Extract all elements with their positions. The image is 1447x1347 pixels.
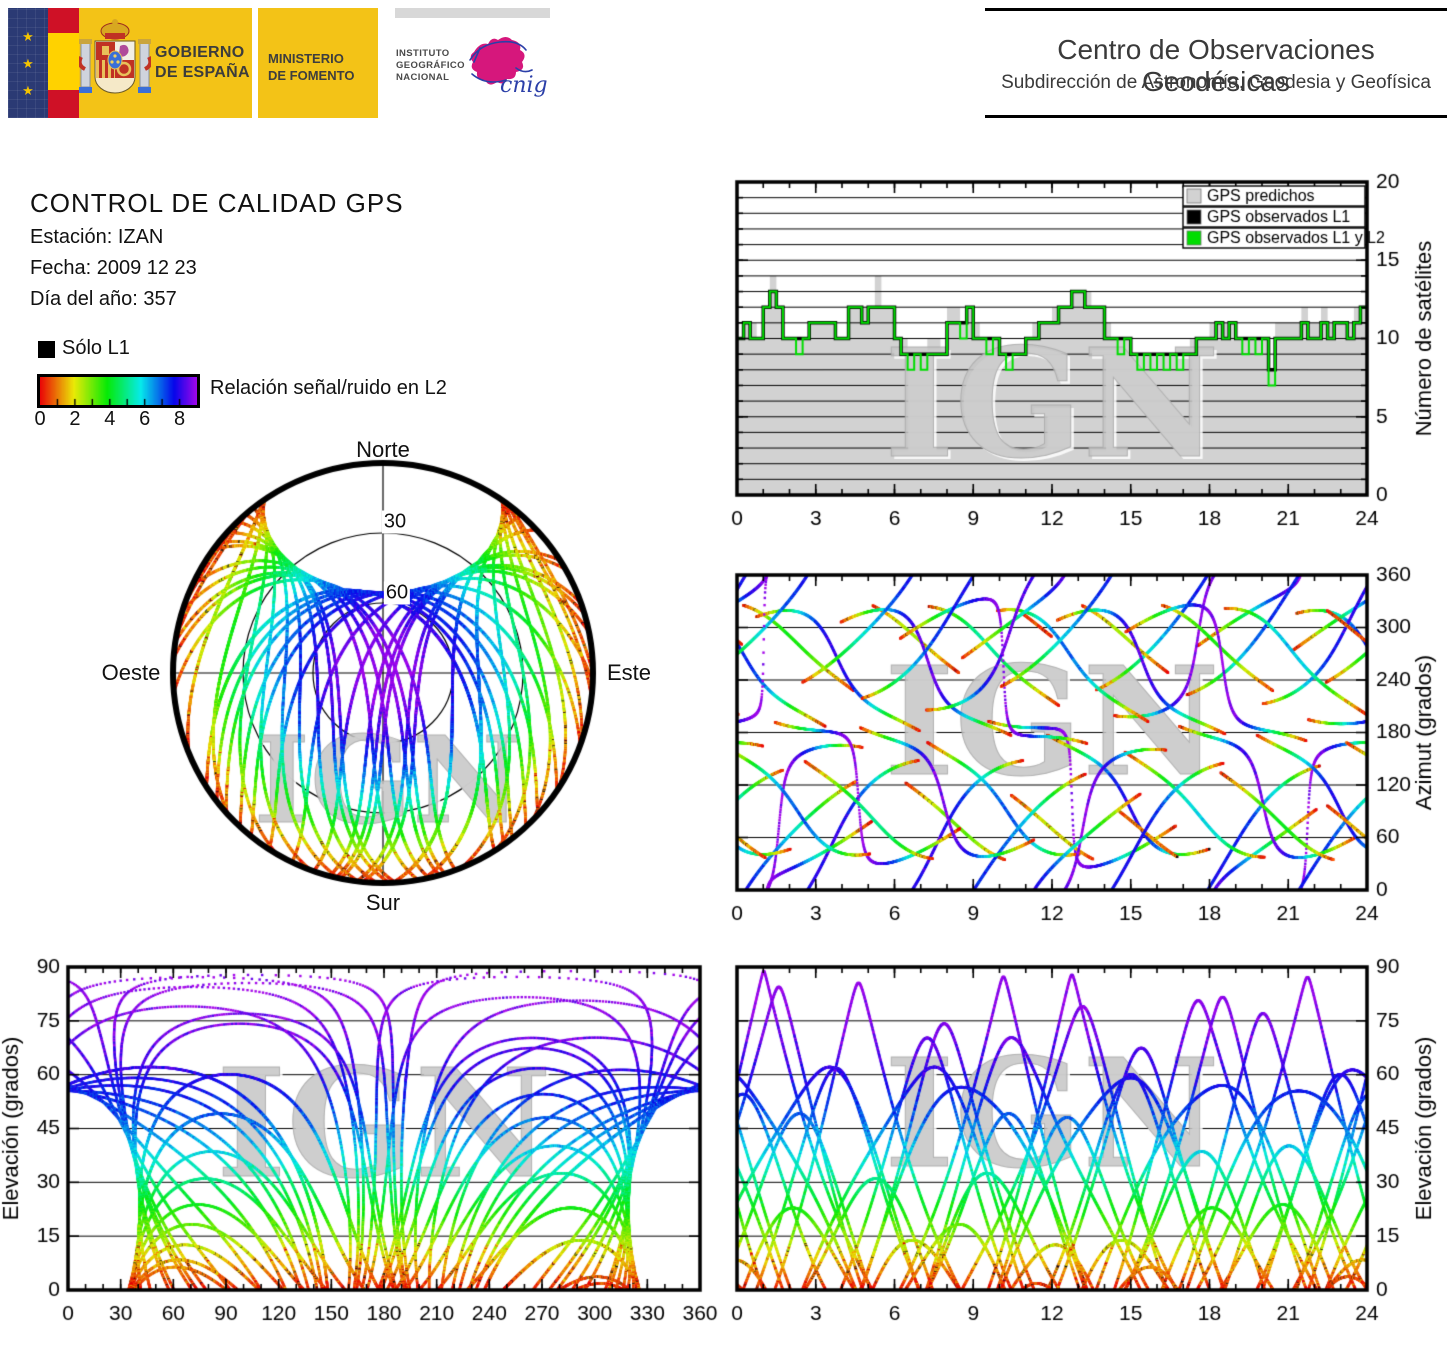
date-label: Fecha: 2009 12 23 xyxy=(30,257,197,279)
instituto-geografico-block: INSTITUTO GEOGRÁFICO NACIONAL cnig xyxy=(378,8,550,118)
colorbar-tick-label: 2 xyxy=(69,408,81,430)
gobierno-label-line1: GOBIERNO xyxy=(155,44,245,61)
solo-l1-label: Sólo L1 xyxy=(62,337,130,359)
solo-l1-swatch xyxy=(38,341,55,358)
ign-label-line2: GEOGRÁFICO xyxy=(396,60,465,71)
gobierno-block: GOBIERNO DE ESPAÑA xyxy=(79,8,252,118)
star-icon: ★ xyxy=(22,82,34,98)
ministerio-block: MINISTERIO DE FOMENTO xyxy=(258,8,378,118)
skyplot-east-label: Este xyxy=(606,660,652,685)
gobierno-label-line2: DE ESPAÑA xyxy=(155,64,250,81)
ministerio-label-line1: MINISTERIO xyxy=(268,51,344,66)
flag-red-band xyxy=(48,8,79,33)
colorbar-tick-label: 4 xyxy=(104,408,116,430)
skyplot-west-label: Oeste xyxy=(101,660,161,685)
center-header: Centro de Observaciones Geodésicas Subdi… xyxy=(985,8,1447,118)
skyplot-ring30-label: 30 xyxy=(381,510,409,534)
header-rule xyxy=(985,8,1447,11)
skyplot-north-label: Norte xyxy=(356,437,410,462)
elevation-time-chart xyxy=(725,953,1447,1347)
satellites-count-chart xyxy=(725,168,1447,530)
snr-colorbar xyxy=(37,374,200,408)
colorbar-label: Relación señal/ruido en L2 xyxy=(210,377,447,399)
colorbar-tick-label: 6 xyxy=(139,408,151,430)
flag-stars-stripe: ★ ★ ★ xyxy=(8,8,48,118)
skyplot-south-label: Sur xyxy=(365,890,401,915)
flag-red-band xyxy=(48,90,79,118)
center-subtitle: Subdirección de Astronomía, Geodesia y G… xyxy=(1001,72,1431,93)
escudo-espana-icon xyxy=(79,19,151,94)
day-of-year-label: Día del año: 357 xyxy=(30,288,177,310)
cnig-label: cnig xyxy=(500,73,548,98)
star-icon: ★ xyxy=(22,28,34,44)
flag-yellow-band xyxy=(48,33,79,90)
ministerio-label-line2: DE FOMENTO xyxy=(268,68,355,83)
header-rule xyxy=(985,115,1447,118)
skyplot-ring60-label: 60 xyxy=(383,581,411,605)
spain-flag-stripe xyxy=(48,8,79,118)
colorbar-tick-label: 8 xyxy=(173,408,186,430)
report-title: CONTROL DE CALIDAD GPS xyxy=(30,188,404,218)
ign-label-line1: INSTITUTO xyxy=(396,48,450,59)
gray-strip xyxy=(395,8,550,18)
colorbar-tick-label: 0 xyxy=(34,408,46,430)
station-label: Estación: IZAN xyxy=(30,226,164,248)
cnig-logo: cnig xyxy=(456,30,548,110)
skyplot-chart xyxy=(88,436,672,932)
star-icon: ★ xyxy=(22,55,34,71)
azimuth-time-chart xyxy=(725,561,1447,925)
ign-label-line3: NACIONAL xyxy=(396,72,450,83)
elevation-azimuth-chart xyxy=(0,953,722,1347)
gps-quality-report-page: ★ ★ ★ GOBIERNO DE ESPAÑA MINISTERIO DE F… xyxy=(0,0,1447,1347)
